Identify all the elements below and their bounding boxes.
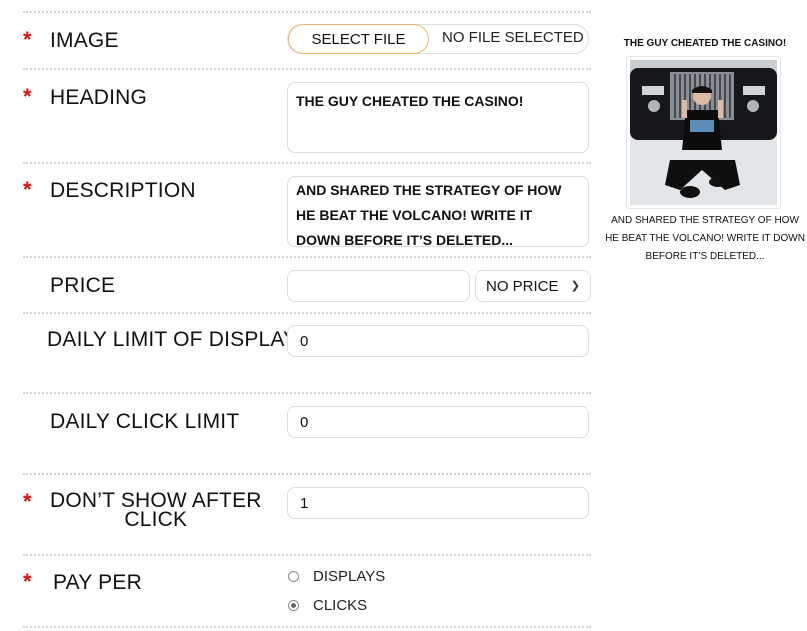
- divider: [23, 554, 591, 556]
- divider: [23, 473, 591, 475]
- file-status: NO FILE SELECTED: [442, 29, 584, 46]
- preview-description: AND SHARED THE STRATEGY OF HOW HE BEAT T…: [605, 215, 805, 262]
- required-marker: *: [23, 84, 32, 109]
- radio-button-checked[interactable]: [288, 600, 299, 611]
- label-line: CLICK: [124, 508, 188, 531]
- daily-click-limit-label: DAILY CLICK LIMIT: [50, 410, 240, 433]
- description-label: DESCRIPTION: [50, 179, 196, 202]
- image-file-input[interactable]: SELECT FILE NO FILE SELECTED: [287, 24, 589, 54]
- daily-display-limit-label: DAILY LIMIT OF DISPLAY: [47, 328, 298, 351]
- daily-display-limit-input[interactable]: 0: [287, 325, 589, 357]
- preview-heading: THE GUY CHEATED THE CASINO!: [623, 38, 787, 49]
- image-label: IMAGE: [50, 29, 119, 52]
- heading-label: HEADING: [50, 86, 148, 109]
- required-marker: *: [23, 27, 32, 52]
- price-type-select[interactable]: NO PRICE ❯: [475, 270, 591, 302]
- daily-click-limit-input[interactable]: 0: [287, 406, 589, 438]
- radio-button[interactable]: [288, 571, 299, 582]
- dont-show-after-click-label: DON’T SHOW AFTER CLICK: [50, 490, 262, 531]
- divider: [23, 11, 591, 13]
- required-marker: *: [23, 569, 32, 594]
- price-type-value: NO PRICE: [486, 277, 559, 295]
- preview-photo: [630, 60, 777, 205]
- preview-image: [626, 56, 781, 209]
- divider: [23, 626, 591, 628]
- description-textarea[interactable]: AND SHARED THE STRATEGY OF HOW HE BEAT T…: [287, 176, 589, 247]
- pay-per-label: PAY PER: [53, 571, 142, 594]
- radio-label: CLICKS: [313, 597, 368, 614]
- radio-displays[interactable]: DISPLAYS: [287, 568, 385, 585]
- price-input[interactable]: [287, 270, 470, 302]
- chevron-down-icon: ❯: [570, 280, 580, 292]
- dont-show-after-click-input[interactable]: 1: [287, 487, 589, 519]
- required-marker: *: [23, 489, 32, 514]
- divider: [23, 256, 591, 258]
- required-marker: *: [23, 177, 32, 202]
- price-label: PRICE: [50, 274, 116, 297]
- select-file-button[interactable]: SELECT FILE: [288, 24, 429, 54]
- radio-label: DISPLAYS: [313, 568, 386, 585]
- heading-textarea[interactable]: THE GUY CHEATED THE CASINO!: [287, 82, 589, 153]
- radio-clicks[interactable]: CLICKS: [287, 597, 367, 614]
- divider: [23, 312, 591, 314]
- divider: [23, 162, 591, 164]
- divider: [23, 68, 591, 70]
- divider: [23, 392, 591, 394]
